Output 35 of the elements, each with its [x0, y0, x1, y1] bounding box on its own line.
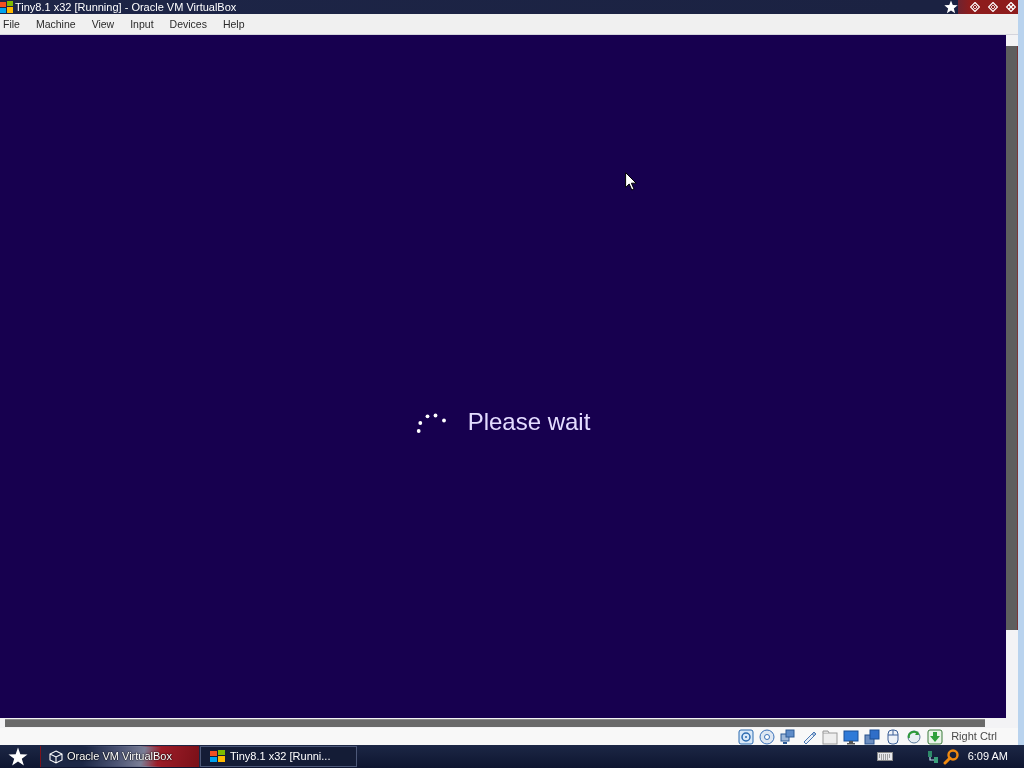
star-icon	[8, 746, 28, 767]
star-icon	[944, 0, 958, 14]
network-icon	[780, 728, 797, 745]
download-arrow-icon	[927, 728, 944, 745]
menu-item[interactable]: Input	[129, 14, 155, 34]
search-icon	[942, 748, 959, 765]
keyboard-icon	[876, 752, 893, 761]
menu-item[interactable]: File	[2, 14, 21, 34]
squares-logo-icon	[209, 749, 226, 764]
squares-logo-icon	[0, 1, 13, 13]
menu-item[interactable]: View	[90, 14, 116, 34]
minimize-button[interactable]	[968, 1, 982, 13]
taskbar-button[interactable]: Tiny8.1 x32 [Runni...	[200, 746, 357, 767]
clock-text: 6:09 AM	[967, 749, 1009, 765]
menu-item[interactable]: Machine	[34, 14, 77, 34]
diamond-icon	[988, 2, 998, 12]
window-title: Tiny8.1 x32 [Running] - Oracle VM VirtualBox	[15, 0, 237, 14]
host-key-label: Right Ctrl	[951, 729, 997, 745]
menu-item[interactable]: Devices	[168, 14, 208, 34]
mouse-pointer-icon	[625, 172, 637, 191]
arrows-circle-icon	[906, 728, 923, 745]
maximize-button[interactable]	[986, 1, 1000, 13]
start-button[interactable]	[8, 746, 28, 767]
cube-icon	[49, 749, 63, 764]
taskbar-button[interactable]: Oracle VM VirtualBox	[40, 746, 200, 767]
loading-message: Please wait	[467, 407, 591, 437]
windows-stack-icon	[864, 728, 881, 745]
loading-spinner-icon	[415, 411, 446, 433]
monitor-icon	[843, 728, 860, 745]
diamond-icon	[970, 2, 980, 12]
close-icon	[1006, 2, 1016, 12]
close-button[interactable]	[1004, 1, 1018, 13]
menu-item[interactable]: Help	[221, 14, 246, 34]
scrollbar-thumb[interactable]	[5, 719, 985, 727]
horizontal-scrollbar-track[interactable]	[0, 718, 1018, 728]
